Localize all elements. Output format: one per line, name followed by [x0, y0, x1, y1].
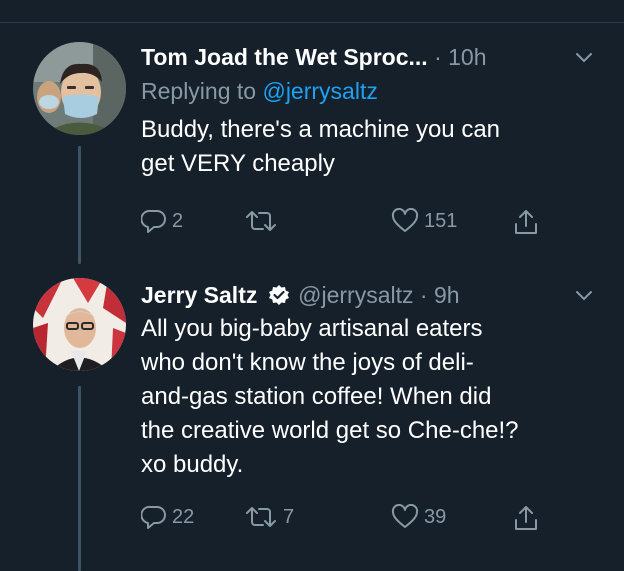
tweet-2[interactable]: Jerry Saltz @jerrysaltz · 9h All you big… [0, 278, 624, 571]
user-handle[interactable]: @jerrysaltz [298, 282, 413, 308]
share-icon [515, 506, 537, 530]
heart-icon [391, 504, 419, 528]
display-name[interactable]: Tom Joad the Wet Sproc... [141, 44, 428, 70]
reply-count: 22 [172, 505, 195, 528]
tweet-text: Buddy, there's a machine you can get VER… [141, 113, 602, 181]
reply-icon [141, 505, 166, 529]
retweet-count: 7 [283, 505, 295, 528]
share-button[interactable] [513, 504, 539, 532]
avatar[interactable] [33, 278, 126, 371]
chevron-down-icon[interactable] [574, 285, 594, 305]
tweet-header: Tom Joad the Wet Sproc... · 10h [141, 40, 602, 74]
reply-button[interactable]: 2 [141, 208, 183, 234]
tweet-text-line: who don't know the joys of deli- [141, 349, 474, 376]
tweet-text-line: and-gas station coffee! When did [141, 383, 492, 410]
tweet-actions: 22 7 39 [141, 504, 581, 536]
tweet-text-line: All you big-baby artisanal eaters [141, 315, 483, 342]
like-count: 39 [424, 505, 447, 528]
like-button[interactable]: 39 [391, 504, 446, 530]
replying-to-handle[interactable]: @jerrysaltz [262, 78, 377, 104]
display-name[interactable]: Jerry Saltz [141, 282, 257, 308]
reply-button[interactable]: 22 [141, 504, 194, 530]
tweet-text-line: get VERY cheaply [141, 150, 335, 177]
timestamp[interactable]: 9h [434, 282, 460, 308]
top-divider [0, 22, 624, 23]
timestamp[interactable]: 10h [448, 44, 486, 70]
reply-icon [141, 209, 166, 233]
tweet-actions: 2 151 [141, 208, 581, 240]
replying-to: Replying to @jerrysaltz [141, 74, 602, 108]
tweet-text-line: Buddy, there's a machine you can [141, 116, 501, 143]
retweet-button[interactable] [244, 208, 283, 234]
share-button[interactable] [513, 208, 539, 236]
tweet-text-line: xo buddy. [141, 451, 244, 478]
retweet-icon [246, 507, 276, 527]
like-count: 151 [424, 209, 458, 232]
chevron-down-icon[interactable] [574, 47, 594, 67]
reply-count: 2 [172, 209, 184, 232]
tweet-header: Jerry Saltz @jerrysaltz · 9h [141, 278, 602, 312]
tweet-text: All you big-baby artisanal eaters who do… [141, 312, 602, 482]
avatar[interactable] [33, 42, 126, 135]
time-separator: · [419, 282, 428, 308]
share-icon [515, 210, 537, 234]
time-separator: · [434, 44, 442, 70]
retweet-icon [246, 211, 276, 231]
heart-icon [391, 208, 419, 232]
replying-to-label: Replying to [141, 78, 257, 104]
tweet-1[interactable]: Tom Joad the Wet Sproc... · 10h Replying… [0, 36, 624, 266]
like-button[interactable]: 151 [391, 208, 457, 234]
retweet-button[interactable]: 7 [244, 504, 294, 530]
verified-badge-icon [268, 285, 289, 305]
tweet-text-line: the creative world get so Che-che!? [141, 417, 519, 444]
